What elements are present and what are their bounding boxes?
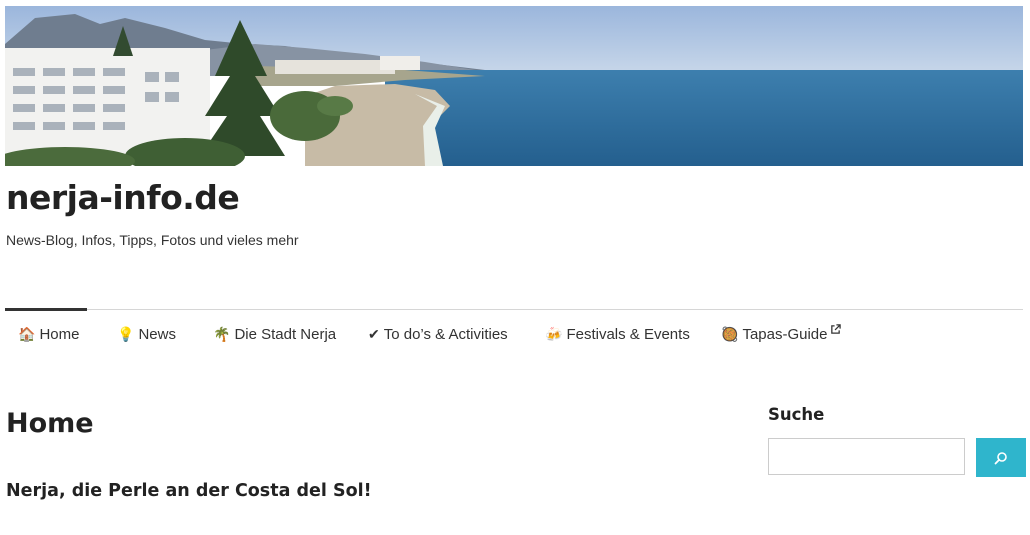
- nav-item-festivals-events[interactable]: 🍻 Festivals & Events: [545, 310, 690, 358]
- checkmark-icon: ✔: [368, 326, 380, 342]
- tapas-icon: 🥘: [721, 326, 739, 342]
- beer-mugs-icon: 🍻: [545, 326, 563, 342]
- nav-item-todos-activities[interactable]: ✔ To do’s & Activities: [368, 310, 508, 358]
- nav-item-label: Tapas-Guide: [742, 326, 828, 343]
- nav-item-label: Home: [39, 326, 80, 343]
- site-title-link[interactable]: nerja-info.de: [6, 178, 240, 217]
- search-icon: [994, 451, 1007, 464]
- search-input[interactable]: [768, 438, 965, 475]
- main-navigation: 🏠 Home 💡 News 🌴 Die Stadt Nerja ✔ To do’s & …: [0, 310, 1030, 360]
- page-title: Home: [6, 408, 94, 439]
- nav-item-label: Festivals & Events: [566, 326, 690, 343]
- search-widget-title: Suche: [768, 405, 825, 424]
- external-link-icon: [830, 324, 841, 334]
- nav-item-home[interactable]: 🏠 Home: [18, 310, 79, 358]
- site-tagline: News-Blog, Infos, Tipps, Fotos und viele…: [6, 232, 299, 248]
- post-heading: Nerja, die Perle an der Costa del Sol!: [6, 481, 372, 501]
- nav-item-die-stadt-nerja[interactable]: 🌴 Die Stadt Nerja: [213, 310, 336, 358]
- nav-item-tapas-guide[interactable]: 🥘 Tapas-Guide: [721, 310, 841, 358]
- nav-item-label: Die Stadt Nerja: [234, 326, 337, 343]
- search-button[interactable]: [976, 438, 1026, 477]
- house-icon: 🏠: [18, 326, 36, 342]
- nav-item-label: News: [138, 326, 176, 343]
- header-banner-image: [5, 6, 1023, 166]
- nav-item-news[interactable]: 💡 News: [117, 310, 176, 358]
- lightbulb-icon: 💡: [117, 326, 135, 342]
- palm-tree-icon: 🌴: [213, 326, 231, 342]
- nav-item-label: To do’s & Activities: [383, 326, 508, 343]
